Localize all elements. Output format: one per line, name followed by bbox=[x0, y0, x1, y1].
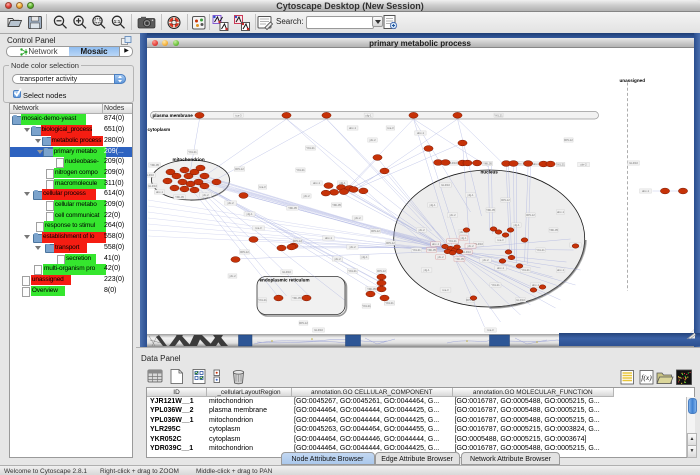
svg-text:mitochondrion: mitochondrion bbox=[172, 157, 204, 162]
svg-text:ybr-2: ybr-2 bbox=[229, 274, 236, 278]
svg-text:abc-1: abc-1 bbox=[156, 190, 163, 194]
svg-text:ybr-2: ybr-2 bbox=[303, 194, 310, 198]
svg-text:YML05: YML05 bbox=[427, 248, 436, 252]
svg-text:nucleus: nucleus bbox=[480, 170, 498, 175]
svg-text:RPL12: RPL12 bbox=[501, 198, 510, 202]
svg-text:YKL21: YKL21 bbox=[521, 268, 530, 272]
svg-text:tca-3: tca-3 bbox=[497, 238, 504, 242]
svg-text:YML05: YML05 bbox=[292, 296, 301, 300]
svg-text:yfg-1: yfg-1 bbox=[365, 113, 372, 117]
svg-text:YKL21: YKL21 bbox=[348, 269, 357, 273]
svg-text:GLR10: GLR10 bbox=[441, 183, 450, 187]
svg-text:RPL12: RPL12 bbox=[377, 269, 386, 273]
svg-text:yfg-1: yfg-1 bbox=[361, 255, 368, 259]
svg-text:endoplasmic reticulum: endoplasmic reticulum bbox=[259, 278, 309, 283]
svg-text:YKL21: YKL21 bbox=[296, 168, 305, 172]
svg-text:GLR10: GLR10 bbox=[282, 270, 291, 274]
svg-text:abc-1: abc-1 bbox=[642, 189, 649, 193]
svg-text:ybr-2: ybr-2 bbox=[482, 258, 489, 262]
svg-text:GLR10: GLR10 bbox=[314, 328, 323, 332]
svg-text:tca-3: tca-3 bbox=[259, 185, 266, 189]
svg-text:RPL12: RPL12 bbox=[299, 321, 308, 325]
svg-text:YML05: YML05 bbox=[150, 163, 159, 167]
svg-text:abc-1: abc-1 bbox=[557, 268, 564, 272]
svg-text:ybr-2: ybr-2 bbox=[449, 213, 456, 217]
svg-text:tca-3: tca-3 bbox=[255, 226, 262, 230]
svg-text:unassigned: unassigned bbox=[619, 78, 645, 83]
svg-text:ybr-2: ybr-2 bbox=[202, 193, 209, 197]
svg-text:abc-1: abc-1 bbox=[497, 266, 504, 270]
svg-text:GLR10: GLR10 bbox=[462, 250, 471, 254]
svg-text:YML05: YML05 bbox=[486, 208, 495, 212]
svg-text:tca-3: tca-3 bbox=[235, 113, 242, 117]
svg-text:YKL21: YKL21 bbox=[536, 248, 545, 252]
svg-text:RPL12: RPL12 bbox=[564, 138, 573, 142]
svg-text:ybr-2: ybr-2 bbox=[349, 245, 356, 249]
svg-text:RPL12: RPL12 bbox=[293, 239, 302, 243]
svg-text:abc-1: abc-1 bbox=[325, 236, 332, 240]
svg-text:cytoplasm: cytoplasm bbox=[147, 127, 170, 132]
svg-text:abc-1: abc-1 bbox=[313, 181, 320, 185]
svg-text:YML05: YML05 bbox=[455, 257, 464, 261]
svg-text:abc-1: abc-1 bbox=[417, 131, 424, 135]
svg-text:YML05: YML05 bbox=[332, 203, 341, 207]
svg-text:YKL21: YKL21 bbox=[188, 150, 197, 154]
svg-text:f(x): f(x) bbox=[641, 373, 652, 382]
svg-text:YKL21: YKL21 bbox=[494, 113, 503, 117]
svg-text:tca-3: tca-3 bbox=[487, 328, 494, 332]
svg-text:YML05: YML05 bbox=[549, 228, 558, 232]
svg-text:RPL12: RPL12 bbox=[371, 229, 380, 233]
svg-text:ybr-2: ybr-2 bbox=[418, 228, 425, 232]
svg-text:abc-1: abc-1 bbox=[532, 283, 539, 287]
svg-text:RPL12: RPL12 bbox=[240, 250, 249, 254]
svg-text:yfg-1: yfg-1 bbox=[246, 212, 253, 216]
svg-text:GLR10: GLR10 bbox=[147, 173, 154, 177]
svg-text:plasma membrane: plasma membrane bbox=[152, 113, 193, 118]
svg-text:ybr-2: ybr-2 bbox=[334, 257, 341, 261]
svg-text:YKL21: YKL21 bbox=[258, 298, 267, 302]
svg-text:yfg-1: yfg-1 bbox=[429, 203, 436, 207]
svg-text:YKL21: YKL21 bbox=[448, 239, 457, 243]
svg-text:RPL12: RPL12 bbox=[526, 213, 535, 217]
svg-text:ybr-2: ybr-2 bbox=[467, 244, 474, 248]
svg-text:YKL21: YKL21 bbox=[362, 304, 371, 308]
svg-text:RPL12: RPL12 bbox=[386, 241, 395, 245]
svg-text:tca-3: tca-3 bbox=[442, 288, 449, 292]
svg-text:1:1: 1:1 bbox=[114, 19, 121, 24]
svg-text:YKL21: YKL21 bbox=[306, 146, 315, 150]
svg-text:ybr-2: ybr-2 bbox=[580, 163, 587, 167]
svg-text:tca-3: tca-3 bbox=[387, 126, 394, 130]
svg-text:YKL21: YKL21 bbox=[491, 283, 500, 287]
svg-text:ybr-2: ybr-2 bbox=[369, 138, 376, 142]
svg-text:GLR10: GLR10 bbox=[629, 161, 638, 165]
svg-text:YML05: YML05 bbox=[175, 195, 184, 199]
svg-text:ybr-2: ybr-2 bbox=[437, 255, 444, 259]
svg-text:ybr-2: ybr-2 bbox=[227, 201, 234, 205]
svg-text:abc-1: abc-1 bbox=[349, 126, 356, 130]
svg-text:RPL12: RPL12 bbox=[235, 167, 244, 171]
svg-text:yfg-1: yfg-1 bbox=[467, 193, 474, 197]
svg-text:abc-1: abc-1 bbox=[557, 210, 564, 214]
svg-text:yfg-1: yfg-1 bbox=[460, 236, 467, 240]
svg-text:yfg-1: yfg-1 bbox=[423, 268, 430, 272]
svg-text:GLR10: GLR10 bbox=[516, 298, 525, 302]
svg-text:ybr-2: ybr-2 bbox=[354, 216, 361, 220]
svg-text:abc-1: abc-1 bbox=[432, 242, 439, 246]
svg-text:YML05: YML05 bbox=[367, 287, 376, 291]
svg-text:YKL21: YKL21 bbox=[556, 163, 565, 167]
svg-text:YKL21: YKL21 bbox=[385, 301, 394, 305]
svg-text:YML05: YML05 bbox=[483, 162, 492, 166]
svg-text:yfg-1: yfg-1 bbox=[513, 223, 520, 227]
svg-text:GLR10: GLR10 bbox=[148, 184, 157, 188]
svg-text:YKL21: YKL21 bbox=[412, 248, 421, 252]
svg-text:YML05: YML05 bbox=[288, 206, 297, 210]
